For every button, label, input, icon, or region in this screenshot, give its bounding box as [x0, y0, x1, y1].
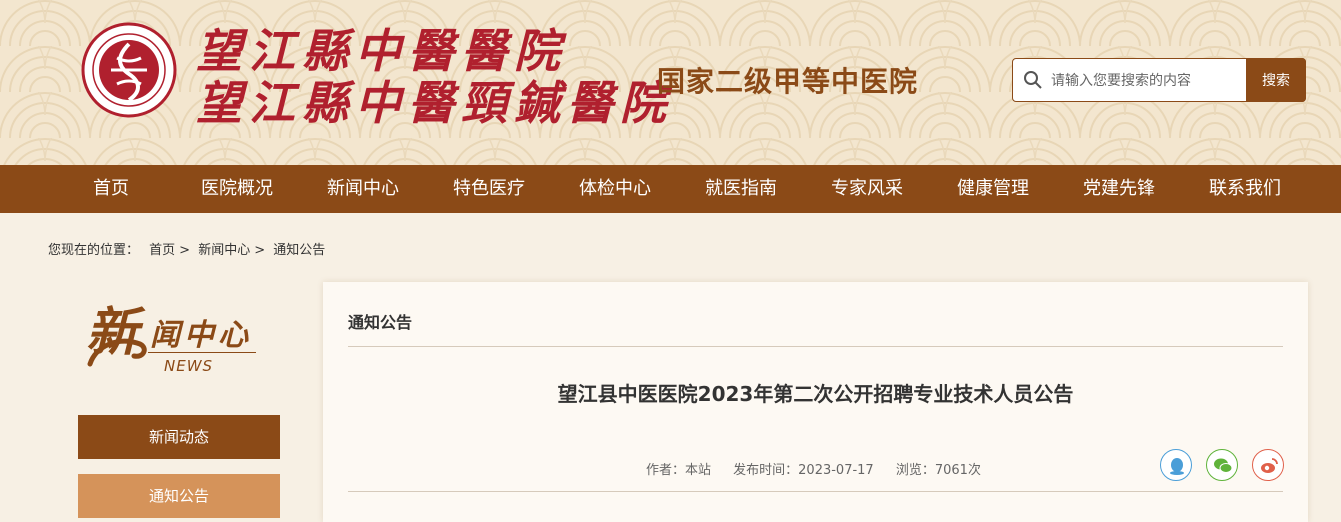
breadcrumb-separator: > — [179, 243, 191, 258]
nav-item-home[interactable]: 首页 — [48, 165, 174, 213]
nav-item-experts[interactable]: 专家风采 — [804, 165, 930, 213]
title-underline — [148, 352, 256, 353]
article-author: 作者：本站 — [646, 463, 712, 478]
sidebar-title-rest: 闻中心 — [150, 318, 252, 353]
nav-item-news[interactable]: 新闻中心 — [300, 165, 426, 213]
breadcrumb-separator: > — [254, 243, 266, 258]
breadcrumb-notices[interactable]: 通知公告 — [273, 243, 325, 258]
nav-item-health[interactable]: 健康管理 — [930, 165, 1056, 213]
qq-icon — [1170, 458, 1184, 475]
nav-item-about[interactable]: 医院概况 — [174, 165, 300, 213]
share-weibo-button[interactable] — [1252, 449, 1284, 481]
weibo-icon — [1261, 458, 1278, 473]
sidebar-item-notices[interactable]: 通知公告 — [78, 474, 280, 518]
share-wechat-button[interactable] — [1206, 449, 1238, 481]
wechat-icon — [1214, 458, 1233, 473]
search-input[interactable] — [1049, 67, 1249, 95]
nav-item-party[interactable]: 党建先锋 — [1056, 165, 1182, 213]
breadcrumb-home[interactable]: 首页 — [149, 243, 175, 258]
section-title: 通知公告 — [348, 313, 413, 332]
breadcrumb-news[interactable]: 新闻中心 — [198, 243, 250, 258]
hospital-name-line2: 望江縣中醫頸鍼醫院 — [196, 76, 673, 130]
article-title: 望江县中医医院2023年第二次公开招聘专业技术人员公告 — [557, 382, 1074, 406]
content-panel: 通知公告 望江县中医医院2023年第二次公开招聘专业技术人员公告 作者：本站 发… — [323, 282, 1308, 522]
nav-item-guide[interactable]: 就医指南 — [678, 165, 804, 213]
nav-item-checkup[interactable]: 体检中心 — [552, 165, 678, 213]
breadcrumb: 您现在的位置： 首页 > 新闻中心 > 通知公告 — [48, 239, 331, 258]
search-box: 搜索 — [1012, 58, 1306, 102]
article-meta: 作者：本站 发布时间：2023-07-17 浏览：7061次 — [646, 459, 999, 478]
main-navigation: 首页 医院概况 新闻中心 特色医疗 体检中心 就医指南 专家风采 健康管理 党建… — [0, 165, 1341, 213]
divider — [348, 491, 1283, 492]
article-views: 浏览：7061次 — [895, 463, 981, 478]
search-icon — [1024, 71, 1042, 89]
hospital-seal-logo[interactable] — [81, 22, 177, 118]
search-button[interactable]: 搜索 — [1246, 58, 1306, 102]
sidebar-title-first-char: 新 — [86, 302, 139, 363]
sidebar-title: 新 闻中心 NEWS — [78, 286, 280, 382]
breadcrumb-prefix: 您现在的位置： — [48, 243, 140, 258]
share-qq-button[interactable] — [1160, 449, 1192, 481]
sidebar-item-news-updates[interactable]: 新闻动态 — [78, 415, 280, 459]
site-header: 望江縣中醫醫院 望江縣中醫頸鍼醫院 国家二级甲等中医院 搜索 — [0, 0, 1341, 165]
sidebar-title-en: NEWS — [164, 357, 214, 375]
nav-item-specialty[interactable]: 特色医疗 — [426, 165, 552, 213]
hospital-grade-slogan: 国家二级甲等中医院 — [657, 65, 919, 98]
article-date: 发布时间：2023-07-17 — [733, 463, 874, 478]
nav-item-contact[interactable]: 联系我们 — [1182, 165, 1308, 213]
divider — [348, 346, 1283, 347]
hospital-name-line1: 望江縣中醫醫院 — [196, 24, 567, 78]
